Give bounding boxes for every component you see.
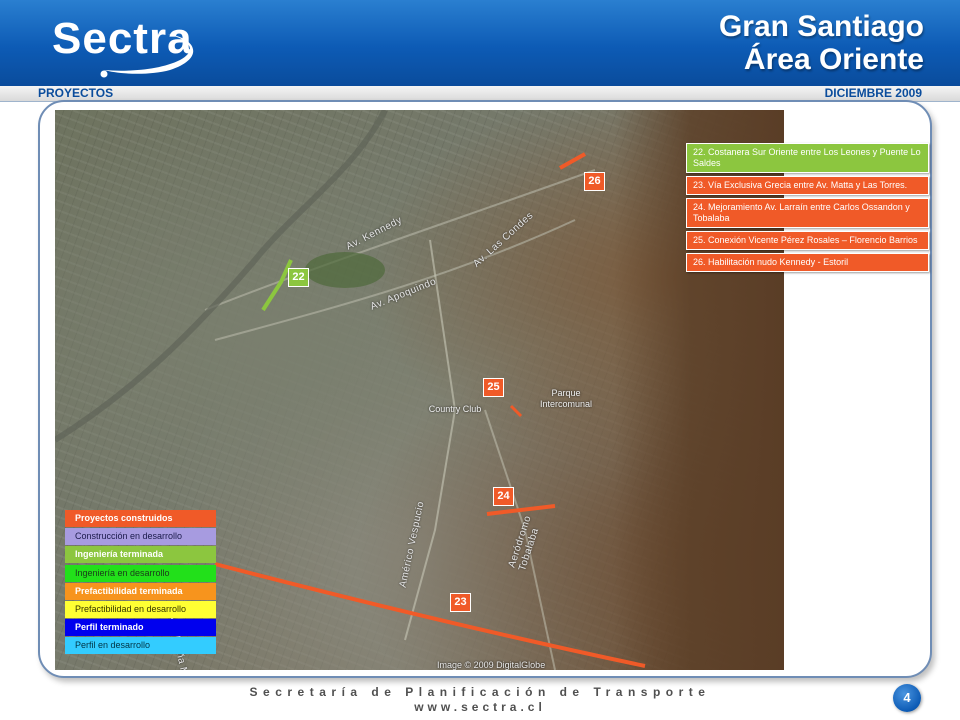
date-label: DICIEMBRE 2009 [824,86,922,100]
legend-item: Construcción en desarrollo [65,528,216,546]
project-23-line [214,562,646,668]
project-callout: 24. Mejoramiento Av. Larraín entre Carlo… [686,198,929,228]
marker-26[interactable]: 26 [584,172,605,191]
legend-item: Ingeniería en desarrollo [65,564,216,582]
footer-organization: Secretaría de Planificación de Transport… [249,685,711,699]
title-line-1: Gran Santiago [718,10,924,43]
project-25-line [509,404,523,418]
logo-swoosh-icon [100,34,194,78]
project-callout: 23. Vía Exclusiva Grecia entre Av. Matta… [686,176,929,195]
title-line-2: Área Oriente [743,43,924,76]
project-22-line [261,259,293,312]
road-apoquindo [214,219,576,341]
project-callout: 22. Costanera Sur Oriente entre Los Leon… [686,143,929,173]
image-credit: Image © 2009 DigitalGlobe [437,660,546,670]
page-title: Gran Santiago Área Oriente [719,10,924,76]
marker-25[interactable]: 25 [483,378,504,397]
marker-22[interactable]: 22 [288,268,309,287]
project-callouts: 22. Costanera Sur Oriente entre Los Leon… [686,143,929,275]
project-26-line [559,152,586,170]
section-label: PROYECTOS [38,86,114,100]
legend-item: Proyectos construidos [65,510,216,527]
project-callout: 25. Conexión Vicente Pérez Rosales – Flo… [686,231,929,250]
marker-23[interactable]: 23 [450,593,471,612]
header-bar: Sectra Gran Santiago Área Oriente [0,0,960,86]
legend-item: Perfil en desarrollo [65,637,216,655]
legend-item: Perfil terminado [65,619,216,637]
page-number-badge: 4 [893,684,921,712]
place-country-club: Country Club [428,404,482,414]
park-area [305,252,385,288]
legend-item: Prefactibilidad terminada [65,582,216,600]
place-parque-intercomunal: Parque Intercomunal [539,388,593,409]
legend-item: Ingeniería terminada [65,546,216,564]
legend-item: Prefactibilidad en desarrollo [65,600,216,618]
road-vespucio [404,239,457,641]
legend: Proyectos construidos Construcción en des… [65,510,216,656]
project-24-line [486,504,556,516]
project-callout: 26. Habilitación nudo Kennedy - Estoril [686,253,929,272]
footer-website[interactable]: www.sectra.cl [0,700,960,714]
marker-24[interactable]: 24 [493,487,514,506]
